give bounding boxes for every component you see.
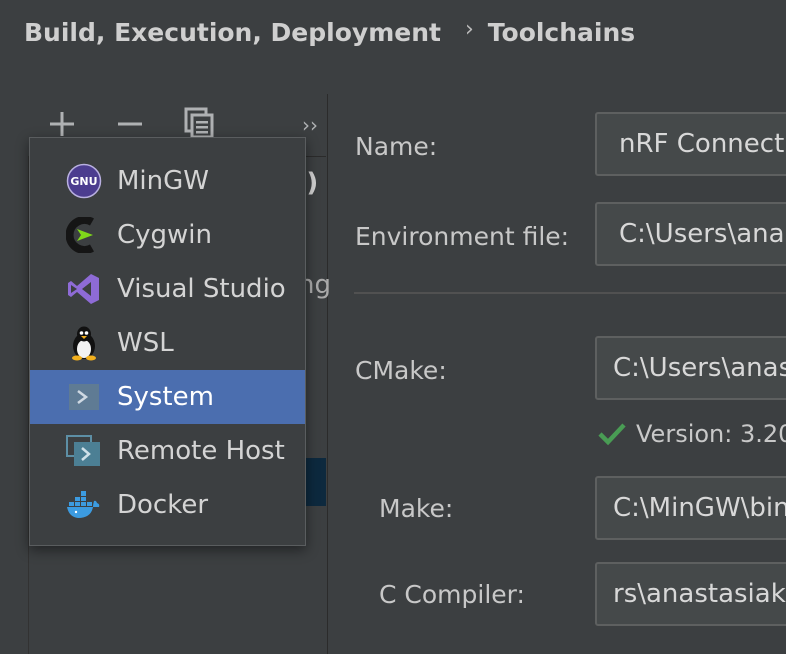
minus-icon: [118, 122, 142, 126]
visual-studio-icon: [66, 271, 102, 307]
add-toolchain-popup: GNU MinGW Cygwin Visual Studio WSL Syste…: [29, 137, 306, 546]
breadcrumb-separator: ›: [464, 16, 474, 42]
cmake-version-status: Version: 3.20: [598, 420, 786, 448]
more-actions-button[interactable]: ››: [296, 112, 324, 138]
popup-item-label: Remote Host: [117, 436, 285, 466]
name-label: Name:: [355, 132, 438, 161]
remote-host-icon: [66, 433, 102, 469]
terminal-icon: [66, 379, 102, 415]
environment-file-label: Environment file:: [355, 222, 570, 251]
popup-item-wsl[interactable]: WSL: [30, 316, 305, 370]
popup-item-label: Docker: [117, 490, 209, 520]
popup-item-label: Cygwin: [117, 220, 213, 250]
cmake-label: CMake:: [355, 356, 447, 385]
form-separator: [354, 292, 786, 294]
make-label: Make:: [379, 494, 454, 523]
svg-text:GNU: GNU: [70, 175, 97, 188]
docker-icon: [66, 487, 102, 523]
splitter[interactable]: [327, 94, 328, 654]
selected-list-row[interactable]: [306, 458, 326, 506]
cygwin-icon: [66, 217, 102, 253]
popup-item-remote-host[interactable]: Remote Host: [30, 424, 305, 478]
popup-item-label: System: [117, 382, 214, 412]
popup-item-cygwin[interactable]: Cygwin: [30, 208, 305, 262]
popup-item-label: Visual Studio: [117, 274, 286, 304]
name-field[interactable]: nRF Connect: [595, 112, 786, 176]
breadcrumb: Build, Execution, Deployment › Toolchain…: [24, 14, 635, 50]
environment-file-field[interactable]: C:\Users\anas: [595, 202, 786, 266]
popup-item-label: WSL: [117, 328, 174, 358]
popup-item-visual-studio[interactable]: Visual Studio: [30, 262, 305, 316]
cmake-field[interactable]: C:\Users\anast: [595, 336, 786, 400]
gnu-icon: GNU: [66, 163, 102, 199]
popup-item-docker[interactable]: Docker: [30, 478, 305, 532]
c-compiler-label: C Compiler:: [379, 580, 525, 609]
make-field[interactable]: C:\MinGW\bin: [595, 476, 786, 540]
copy-icon: [184, 107, 214, 139]
double-chevron-icon: ››: [302, 113, 318, 137]
c-compiler-field[interactable]: rs\anastasiakaz: [595, 562, 786, 626]
cmake-version-text: Version: 3.20: [636, 420, 786, 448]
popup-item-label: MinGW: [117, 166, 209, 196]
popup-item-mingw[interactable]: GNU MinGW: [30, 154, 305, 208]
tux-icon: [66, 325, 102, 361]
breadcrumb-parent[interactable]: Build, Execution, Deployment: [24, 18, 441, 47]
breadcrumb-current: Toolchains: [487, 17, 636, 47]
popup-item-system[interactable]: System: [30, 370, 305, 424]
check-icon: [598, 423, 626, 446]
plus-icon: [50, 112, 74, 136]
